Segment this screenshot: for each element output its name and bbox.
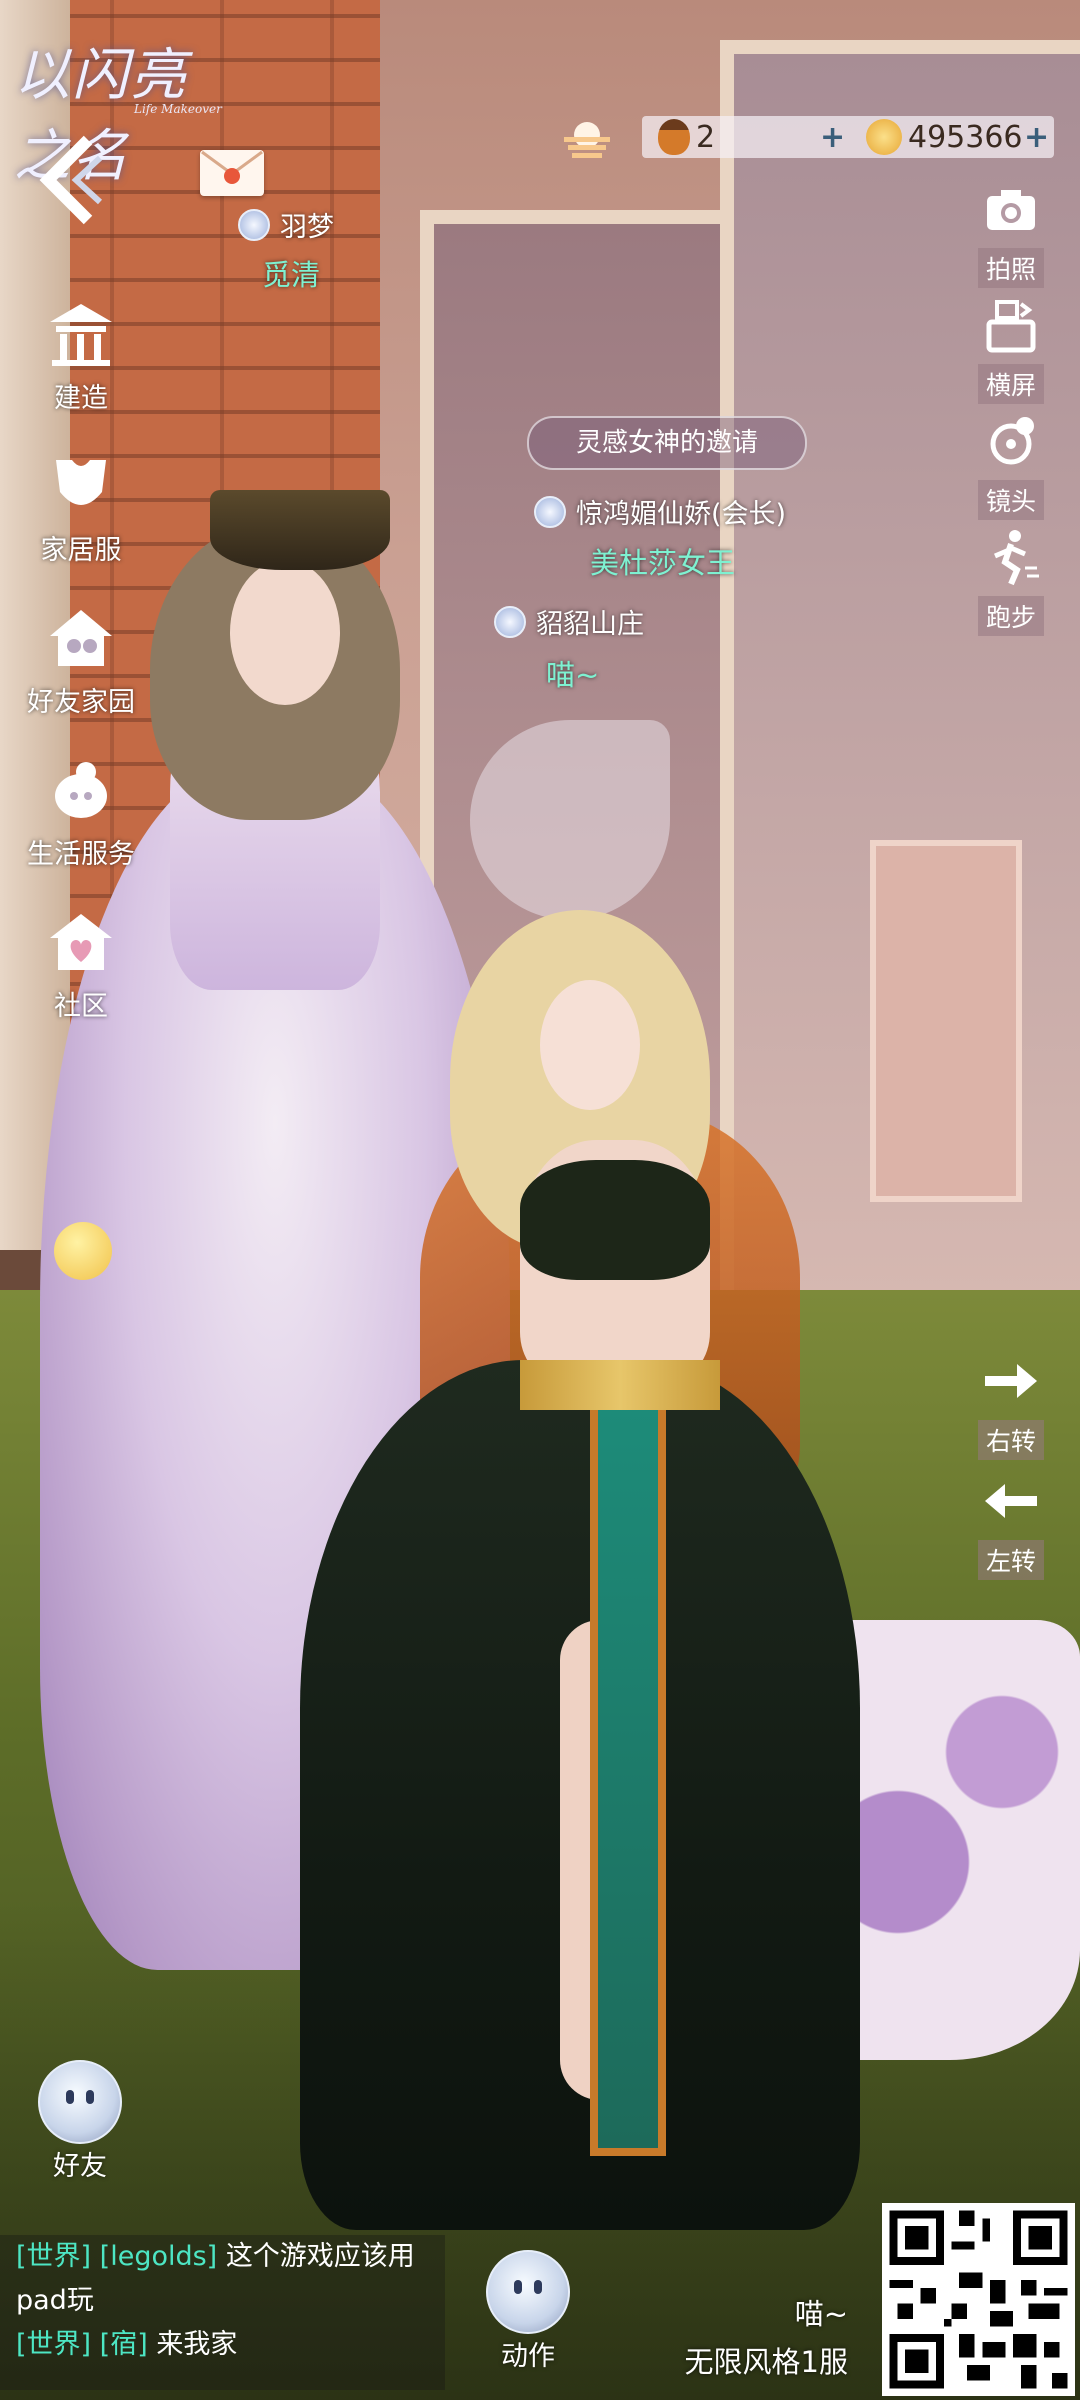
chat-line: [世界] [legolds] 这个游戏应该用: [16, 2235, 445, 2279]
action-ghost-icon: [486, 2250, 570, 2334]
turn-right-label: 右转: [977, 1420, 1044, 1460]
run-icon: [994, 530, 1039, 586]
server-name: 无限风格1服: [684, 2345, 848, 2379]
character-2-belt: [520, 1360, 720, 1410]
player-title: 觅清: [262, 258, 321, 292]
qr-code: [882, 2203, 1075, 2396]
coin-count: 495366: [908, 119, 1023, 155]
build-label: 建造: [54, 383, 108, 414]
player-tag-2[interactable]: 惊鸿媚仙娇(会长): [534, 492, 786, 531]
character-1-wings: [470, 720, 670, 920]
mail-seal: [224, 168, 240, 184]
run-button[interactable]: 跑步: [968, 528, 1054, 636]
chat-sender: [legolds]: [99, 2241, 218, 2272]
camera-lens-icon: [990, 417, 1034, 465]
pink-door: [870, 840, 1022, 1202]
server-info: 喵~ 无限风格1服: [685, 2290, 848, 2386]
chevron-left-icon: [39, 135, 103, 225]
ghost-eye: [66, 2090, 74, 2104]
photo-label: 拍照: [977, 248, 1044, 288]
player-name: 貂貂山庄: [536, 609, 644, 640]
camera-icon: [987, 190, 1035, 230]
actions-label: 动作: [501, 2341, 555, 2372]
life-service-icon: [55, 762, 107, 818]
photo-button[interactable]: 拍照: [968, 180, 1054, 288]
emoji-smile-icon[interactable]: [54, 1222, 112, 1280]
acorn-counter: 2: [658, 116, 715, 158]
landscape-button[interactable]: 横屏: [968, 296, 1054, 404]
turn-right-button[interactable]: 右转: [968, 1352, 1054, 1460]
player-nickname: 喵~: [794, 2297, 848, 2331]
run-label: 跑步: [977, 596, 1044, 636]
arrow-right-icon: [985, 1364, 1037, 1398]
community-label: 社区: [54, 991, 108, 1022]
home-outfit-icon: [56, 460, 106, 505]
landscape-label: 横屏: [977, 364, 1044, 404]
character-1-face: [230, 560, 340, 705]
resource-bar: 2 + 495366 +: [642, 116, 1054, 158]
character-2-top: [520, 1160, 710, 1280]
character-2-panel: [590, 1380, 666, 2156]
home-outfit-button[interactable]: 家居服: [26, 452, 136, 567]
lens-label: 镜头: [977, 480, 1044, 520]
chat-line: pad玩: [16, 2279, 445, 2323]
inspiration-invite-button[interactable]: 灵感女神的邀请: [527, 416, 807, 470]
player-tag-3[interactable]: 貂貂山庄: [494, 602, 644, 641]
weather-icon[interactable]: [560, 115, 614, 159]
turn-left-button[interactable]: 左转: [968, 1472, 1054, 1580]
player-title: 喵~: [546, 658, 600, 692]
ghost-eye: [86, 2090, 94, 2104]
acorn-icon: [658, 119, 690, 155]
chat-text: 这个游戏应该用: [225, 2241, 415, 2272]
chat-text: 来我家: [156, 2329, 238, 2360]
player-name: 羽梦: [280, 212, 334, 243]
chat-channel: [世界]: [16, 2329, 92, 2360]
player-badge-icon: [494, 605, 526, 638]
character-1-crown: [210, 490, 390, 570]
lens-button[interactable]: 镜头: [968, 412, 1054, 520]
back-button[interactable]: [30, 130, 110, 230]
chat-line: [世界] [宿] 来我家: [16, 2323, 445, 2367]
friend-home-icon: [50, 610, 112, 666]
character-2-face: [540, 980, 640, 1110]
player-badge-icon: [238, 208, 270, 241]
life-service-button[interactable]: 生活服务: [26, 756, 136, 871]
community-button[interactable]: 社区: [26, 908, 136, 1023]
add-coin-button[interactable]: +: [1024, 116, 1049, 158]
coin-icon: [866, 119, 902, 155]
turn-left-label: 左转: [977, 1540, 1044, 1580]
arrow-left-icon: [985, 1484, 1037, 1518]
rotate-screen-icon: [986, 300, 1036, 353]
acorn-count: 2: [696, 119, 716, 155]
actions-button[interactable]: 动作: [478, 2250, 578, 2373]
game-logo: 以闪亮之名 Life Makeover: [14, 30, 244, 189]
ghost-eye: [534, 2280, 542, 2294]
coin-counter: 495366: [866, 116, 1023, 158]
friend-home-label: 好友家园: [27, 687, 135, 718]
community-icon: [50, 914, 112, 970]
ghost-eye: [514, 2280, 522, 2294]
player-badge-icon: [534, 495, 566, 528]
chat-panel[interactable]: [世界] [legolds] 这个游戏应该用 pad玩 [世界] [宿] 来我家: [0, 2235, 445, 2390]
friends-ghost-icon: [38, 2060, 122, 2144]
player-tag-1[interactable]: 羽梦: [238, 205, 334, 244]
mail-button[interactable]: [200, 150, 264, 196]
home-outfit-label: 家居服: [40, 535, 122, 566]
add-acorn-button[interactable]: +: [820, 116, 845, 158]
game-scene[interactable]: [0, 0, 1080, 2400]
player-title: 美杜莎女王: [590, 546, 736, 580]
life-service-label: 生活服务: [27, 839, 135, 870]
friends-button[interactable]: 好友: [30, 2060, 130, 2183]
friend-home-button[interactable]: 好友家园: [26, 604, 136, 719]
build-button[interactable]: 建造: [26, 300, 136, 415]
chat-sender: [宿]: [99, 2329, 148, 2360]
friends-label: 好友: [53, 2151, 107, 2182]
chat-channel: [世界]: [16, 2241, 92, 2272]
build-house-icon: [50, 304, 112, 366]
logo-subtitle: Life Makeover: [134, 102, 222, 116]
chat-text: pad玩: [16, 2285, 94, 2316]
player-name: 惊鸿媚仙娇(会长): [576, 499, 787, 530]
